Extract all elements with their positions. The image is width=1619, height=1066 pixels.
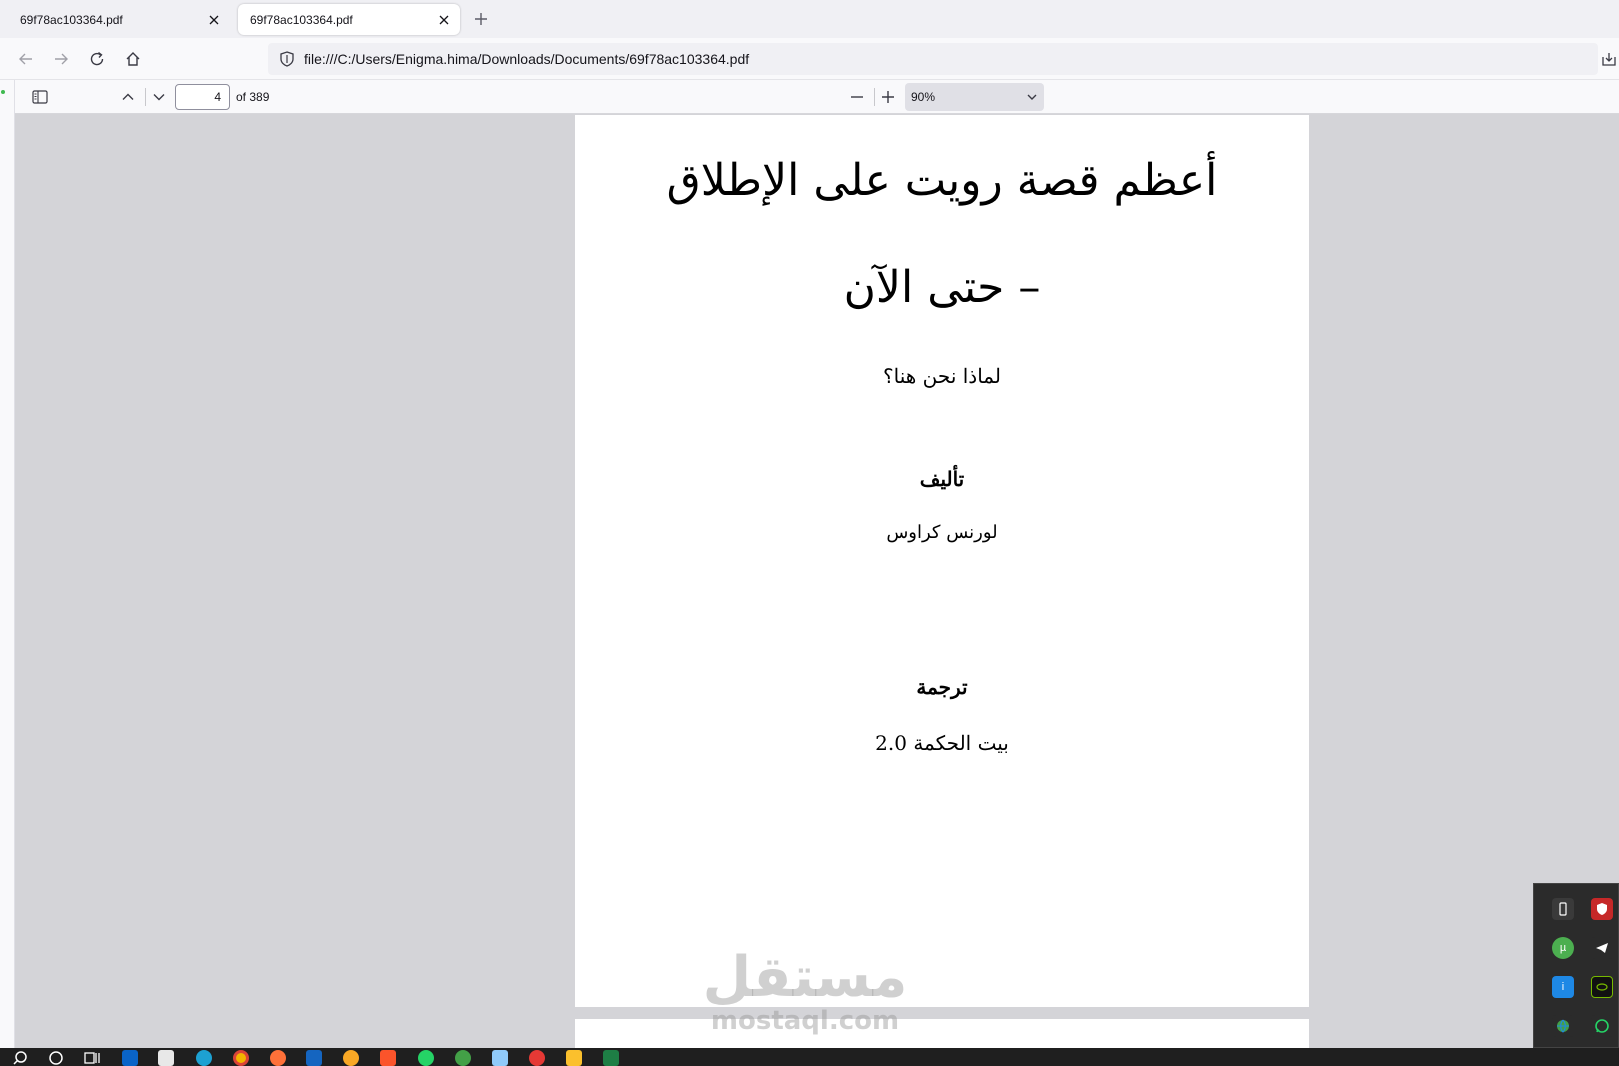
system-tray-overflow: µ i: [1533, 883, 1619, 1048]
home-button[interactable]: [120, 46, 146, 72]
url-text: file:///C:/Users/Enigma.hima/Downloads/D…: [304, 51, 750, 67]
shield-icon[interactable]: [276, 48, 298, 70]
task-view-icon[interactable]: [84, 1050, 100, 1066]
reload-button[interactable]: [84, 46, 110, 72]
pdf-viewer[interactable]: أعظم قصة رويت على الإطلاق – حتى الآن لما…: [16, 115, 1619, 1048]
home-icon: [126, 52, 140, 66]
tab-1-label: 69f78ac103364.pdf: [20, 12, 123, 27]
firefox-icon[interactable]: [270, 1050, 286, 1066]
tab-bar: 69f78ac103364.pdf 69f78ac103364.pdf: [0, 0, 1619, 38]
app-3-icon[interactable]: [306, 1050, 322, 1066]
network-icon[interactable]: [455, 1050, 471, 1066]
translation-heading: ترجمة: [916, 675, 968, 699]
document-title-line-2: – حتى الآن: [843, 262, 1041, 313]
usb-drive-icon[interactable]: [1552, 898, 1574, 920]
sidebar-toggle-button[interactable]: [27, 84, 53, 110]
zoom-select[interactable]: 90%: [905, 83, 1044, 111]
chevron-down-icon: [1020, 91, 1044, 103]
translator-name: بيت الحكمة 2.0: [875, 731, 1009, 755]
back-button[interactable]: [13, 46, 39, 72]
cortana-icon[interactable]: [48, 1050, 64, 1066]
utorrent-icon[interactable]: µ: [1552, 937, 1574, 959]
arrow-left-icon: [19, 53, 32, 65]
telegram-icon[interactable]: [1591, 937, 1613, 959]
search-icon[interactable]: [12, 1050, 28, 1066]
camera-app-icon[interactable]: [529, 1050, 545, 1066]
page-count-label: of 389: [236, 90, 270, 104]
file-app-icon[interactable]: [492, 1050, 508, 1066]
store-icon[interactable]: [158, 1050, 174, 1066]
brave-icon[interactable]: [380, 1050, 396, 1066]
vpn-icon[interactable]: [343, 1050, 359, 1066]
info-icon[interactable]: i: [1552, 976, 1574, 998]
next-pdf-page: [575, 1019, 1309, 1048]
nav-bar: file:///C:/Users/Enigma.hima/Downloads/D…: [0, 38, 1619, 80]
download-icon: [1602, 53, 1616, 66]
reload-icon: [90, 51, 104, 66]
plus-icon: [882, 91, 894, 103]
chevron-up-icon: [122, 93, 134, 100]
author-heading: تأليف: [919, 467, 965, 491]
file-explorer-icon[interactable]: [566, 1050, 582, 1066]
minus-icon: [851, 96, 863, 98]
document-subtitle: لماذا نحن هنا؟: [883, 364, 1001, 388]
author-name: لورنس كراوس: [886, 522, 998, 543]
antivirus-shield-icon[interactable]: [1591, 898, 1613, 920]
tab-1[interactable]: 69f78ac103364.pdf: [8, 4, 230, 35]
status-dot: [1, 90, 5, 94]
nvidia-icon[interactable]: [1591, 976, 1613, 998]
new-tab-button[interactable]: [468, 6, 494, 32]
tab-2-label: 69f78ac103364.pdf: [250, 12, 353, 27]
close-icon[interactable]: [432, 8, 456, 32]
zoom-out-button[interactable]: [844, 84, 870, 110]
chrome-icon[interactable]: [233, 1050, 249, 1066]
sidebar-icon: [32, 90, 48, 104]
pdf-toolbar: of 389 90%: [15, 80, 1619, 114]
tab-2[interactable]: 69f78ac103364.pdf: [238, 4, 460, 35]
left-edge-strip: [0, 80, 15, 1048]
whatsapp-icon[interactable]: [418, 1050, 434, 1066]
zoom-value: 90%: [911, 90, 936, 104]
next-page-button[interactable]: [146, 84, 172, 110]
document-title-line-1: أعظم قصة رويت على الإطلاق: [666, 155, 1218, 206]
pdf-page: أعظم قصة رويت على الإطلاق – حتى الآن لما…: [575, 115, 1309, 1007]
url-bar[interactable]: file:///C:/Users/Enigma.hima/Downloads/D…: [268, 43, 1598, 75]
windows-taskbar: [0, 1048, 1619, 1066]
excel-icon[interactable]: [603, 1050, 619, 1066]
plus-icon: [475, 13, 487, 25]
outlook-icon[interactable]: [122, 1050, 138, 1066]
save-to-pocket-button[interactable]: [1596, 46, 1619, 72]
chevron-down-icon: [153, 94, 165, 101]
forward-button[interactable]: [48, 46, 74, 72]
zoom-in-button[interactable]: [875, 84, 901, 110]
previous-page-button[interactable]: [115, 84, 141, 110]
whatsapp-icon[interactable]: [1591, 1015, 1613, 1037]
network-globe-icon[interactable]: [1552, 1015, 1574, 1037]
arrow-right-icon: [55, 53, 68, 65]
page-number-input[interactable]: [175, 84, 230, 110]
edge-icon[interactable]: [196, 1050, 212, 1066]
close-icon[interactable]: [202, 8, 226, 32]
